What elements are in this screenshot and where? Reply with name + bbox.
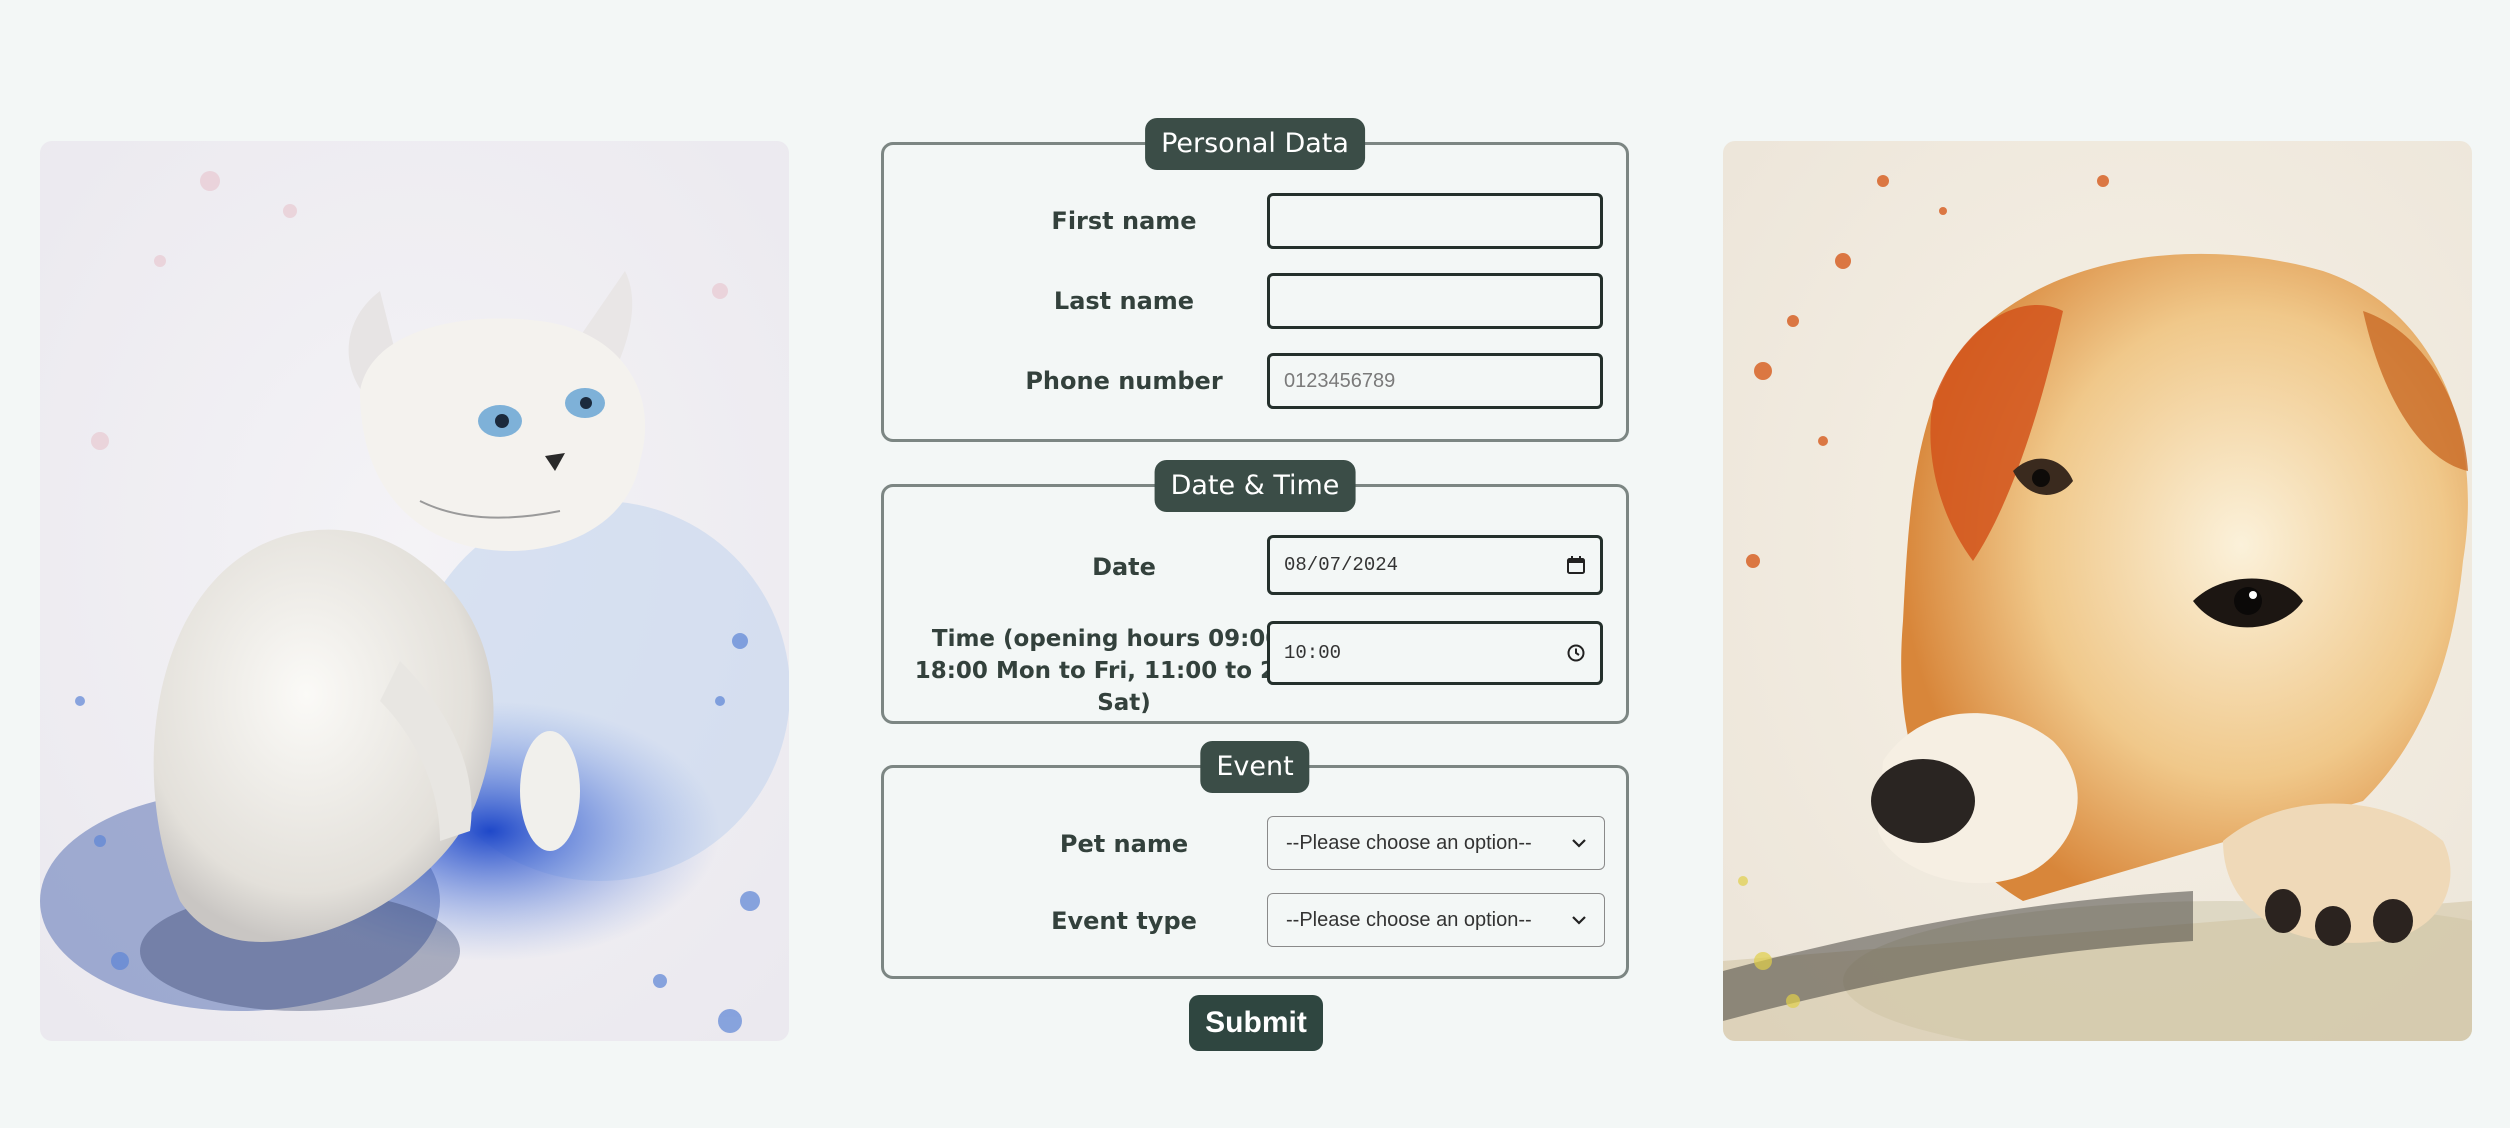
calendar-icon[interactable] [1566,555,1586,575]
first-name-field[interactable] [1267,193,1603,249]
phone-number-field[interactable]: 0123456789 [1267,353,1603,409]
submit-button[interactable]: Submit [1189,995,1323,1051]
personal-data-fieldset: Personal Data First name Last name Phone… [881,118,1629,442]
personal-data-legend: Personal Data [1145,118,1365,170]
pet-name-select[interactable]: --Please choose an option-- [1267,816,1605,870]
chevron-down-icon [1572,838,1586,848]
date-time-legend: Date & Time [1154,460,1356,512]
phone-number-placeholder: 0123456789 [1284,369,1396,392]
last-name-field[interactable] [1267,273,1603,329]
dog-illustration [1723,141,2472,1041]
date-field[interactable]: 08/07/2024 [1267,535,1603,595]
time-value: 10:00 [1284,642,1342,664]
cat-illustration [40,141,789,1041]
date-time-fieldset: Date & Time Date 08/07/2024 Time (openin… [881,460,1629,724]
event-type-select[interactable]: --Please choose an option-- [1267,893,1605,947]
date-value: 08/07/2024 [1284,554,1399,576]
event-legend: Event [1200,741,1310,793]
event-type-selected: --Please choose an option-- [1286,908,1532,931]
event-fieldset: Event Pet name --Please choose an option… [881,741,1629,979]
time-field[interactable]: 10:00 [1267,621,1603,685]
clock-icon[interactable] [1566,643,1586,663]
chevron-down-icon [1572,915,1586,925]
pet-name-selected: --Please choose an option-- [1286,831,1532,854]
